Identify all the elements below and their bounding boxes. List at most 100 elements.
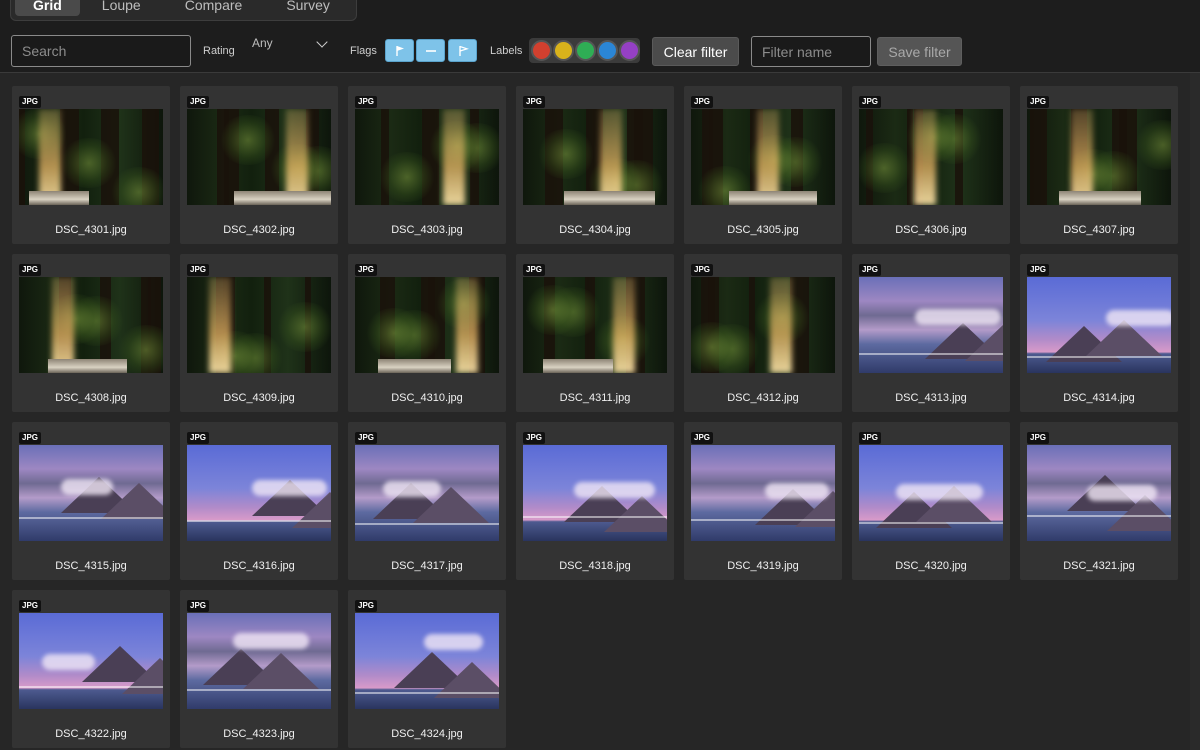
file-type-badge: JPG: [19, 600, 42, 612]
tab-grid[interactable]: Grid: [15, 0, 80, 16]
photo-thumbnail: [691, 109, 835, 205]
photo-card[interactable]: JPG DSC_4322.jpg: [12, 590, 170, 748]
photo-card[interactable]: JPG DSC_4302.jpg: [180, 86, 338, 244]
photo-filename: DSC_4317.jpg: [391, 560, 463, 572]
flag-rejected-button[interactable]: [448, 39, 477, 62]
photo-card[interactable]: JPG DSC_4311.jpg: [516, 254, 674, 412]
photo-thumbnail: [187, 109, 331, 205]
file-type-badge: JPG: [187, 264, 210, 276]
tab-loupe[interactable]: Loupe: [80, 0, 163, 16]
photo-card[interactable]: JPG DSC_4305.jpg: [684, 86, 842, 244]
photo-filename: DSC_4304.jpg: [559, 224, 631, 236]
photo-thumbnail: [355, 445, 499, 541]
flag-picked-button[interactable]: [385, 39, 414, 62]
photo-thumbnail: [1027, 109, 1171, 205]
photo-thumbnail: [19, 109, 163, 205]
file-type-badge: JPG: [691, 432, 714, 444]
photo-card[interactable]: JPG DSC_4319.jpg: [684, 422, 842, 580]
chevron-down-icon: [316, 36, 328, 48]
photo-filename: DSC_4312.jpg: [727, 392, 799, 404]
photo-filename: DSC_4306.jpg: [895, 224, 967, 236]
photo-filename: DSC_4320.jpg: [895, 560, 967, 572]
photo-filename: DSC_4313.jpg: [895, 392, 967, 404]
toolbar: Grid Loupe Compare Survey Rating Any Fla…: [0, 0, 1200, 73]
label-yellow-swatch[interactable]: [553, 40, 574, 61]
file-type-badge: JPG: [1027, 96, 1050, 108]
photo-card[interactable]: JPG DSC_4303.jpg: [348, 86, 506, 244]
photo-thumbnail: [187, 613, 331, 709]
photo-thumbnail: [19, 277, 163, 373]
clear-filter-button[interactable]: Clear filter: [652, 37, 739, 66]
photo-card[interactable]: JPG DSC_4304.jpg: [516, 86, 674, 244]
photo-thumbnail: [187, 277, 331, 373]
photo-card[interactable]: JPG DSC_4308.jpg: [12, 254, 170, 412]
photo-filename: DSC_4302.jpg: [223, 224, 295, 236]
photo-thumbnail: [523, 445, 667, 541]
file-type-badge: JPG: [859, 264, 882, 276]
photo-thumbnail: [859, 277, 1003, 373]
photo-thumbnail: [19, 445, 163, 541]
photo-filename: DSC_4305.jpg: [727, 224, 799, 236]
photo-card[interactable]: JPG DSC_4324.jpg: [348, 590, 506, 748]
file-type-badge: JPG: [691, 96, 714, 108]
photo-card[interactable]: JPG DSC_4317.jpg: [348, 422, 506, 580]
flag-unflagged-button[interactable]: [416, 39, 445, 62]
photo-filename: DSC_4311.jpg: [559, 392, 631, 404]
photo-card[interactable]: JPG DSC_4316.jpg: [180, 422, 338, 580]
photo-card[interactable]: JPG DSC_4309.jpg: [180, 254, 338, 412]
photo-thumbnail: [187, 445, 331, 541]
photo-filename: DSC_4310.jpg: [391, 392, 463, 404]
photo-thumbnail: [1027, 277, 1171, 373]
tab-compare[interactable]: Compare: [163, 0, 265, 16]
label-blue-swatch[interactable]: [597, 40, 618, 61]
flag-outline-icon: [458, 45, 469, 56]
photo-card[interactable]: JPG DSC_4301.jpg: [12, 86, 170, 244]
file-type-badge: JPG: [19, 432, 42, 444]
photo-filename: DSC_4318.jpg: [559, 560, 631, 572]
scrollbar[interactable]: [1190, 73, 1200, 750]
label-red-swatch[interactable]: [531, 40, 552, 61]
rating-select[interactable]: Any: [252, 36, 332, 60]
file-type-badge: JPG: [355, 432, 378, 444]
photo-card[interactable]: JPG DSC_4306.jpg: [852, 86, 1010, 244]
photo-filename: DSC_4309.jpg: [223, 392, 295, 404]
photo-card[interactable]: JPG DSC_4310.jpg: [348, 254, 506, 412]
photo-thumbnail: [19, 613, 163, 709]
photo-card[interactable]: JPG DSC_4314.jpg: [1020, 254, 1178, 412]
photo-thumbnail: [859, 445, 1003, 541]
photo-card[interactable]: JPG DSC_4323.jpg: [180, 590, 338, 748]
file-type-badge: JPG: [355, 96, 378, 108]
file-type-badge: JPG: [859, 432, 882, 444]
photo-card[interactable]: JPG DSC_4315.jpg: [12, 422, 170, 580]
file-type-badge: JPG: [1027, 432, 1050, 444]
photo-filename: DSC_4307.jpg: [1063, 224, 1135, 236]
photo-filename: DSC_4303.jpg: [391, 224, 463, 236]
labels-label: Labels: [490, 45, 523, 57]
file-type-badge: JPG: [187, 600, 210, 612]
filter-name-input[interactable]: [751, 36, 871, 67]
photo-filename: DSC_4322.jpg: [55, 728, 127, 740]
photo-card[interactable]: JPG DSC_4313.jpg: [852, 254, 1010, 412]
photo-filename: DSC_4316.jpg: [223, 560, 295, 572]
tab-survey[interactable]: Survey: [264, 0, 352, 16]
photo-card[interactable]: JPG DSC_4318.jpg: [516, 422, 674, 580]
flags-label: Flags: [350, 45, 377, 57]
photo-thumbnail: [691, 277, 835, 373]
photo-filename: DSC_4321.jpg: [1063, 560, 1135, 572]
label-purple-swatch[interactable]: [619, 40, 640, 61]
save-filter-button[interactable]: Save filter: [877, 37, 962, 66]
label-green-swatch[interactable]: [575, 40, 596, 61]
photo-thumbnail: [691, 445, 835, 541]
file-type-badge: JPG: [523, 96, 546, 108]
file-type-badge: JPG: [19, 96, 42, 108]
file-type-badge: JPG: [19, 264, 42, 276]
photo-card[interactable]: JPG DSC_4312.jpg: [684, 254, 842, 412]
photo-card[interactable]: JPG DSC_4321.jpg: [1020, 422, 1178, 580]
photo-filename: DSC_4315.jpg: [55, 560, 127, 572]
search-input[interactable]: [11, 35, 191, 67]
file-type-badge: JPG: [187, 96, 210, 108]
rating-label: Rating: [203, 45, 235, 57]
photo-card[interactable]: JPG DSC_4307.jpg: [1020, 86, 1178, 244]
photo-card[interactable]: JPG DSC_4320.jpg: [852, 422, 1010, 580]
photo-thumbnail: [355, 109, 499, 205]
